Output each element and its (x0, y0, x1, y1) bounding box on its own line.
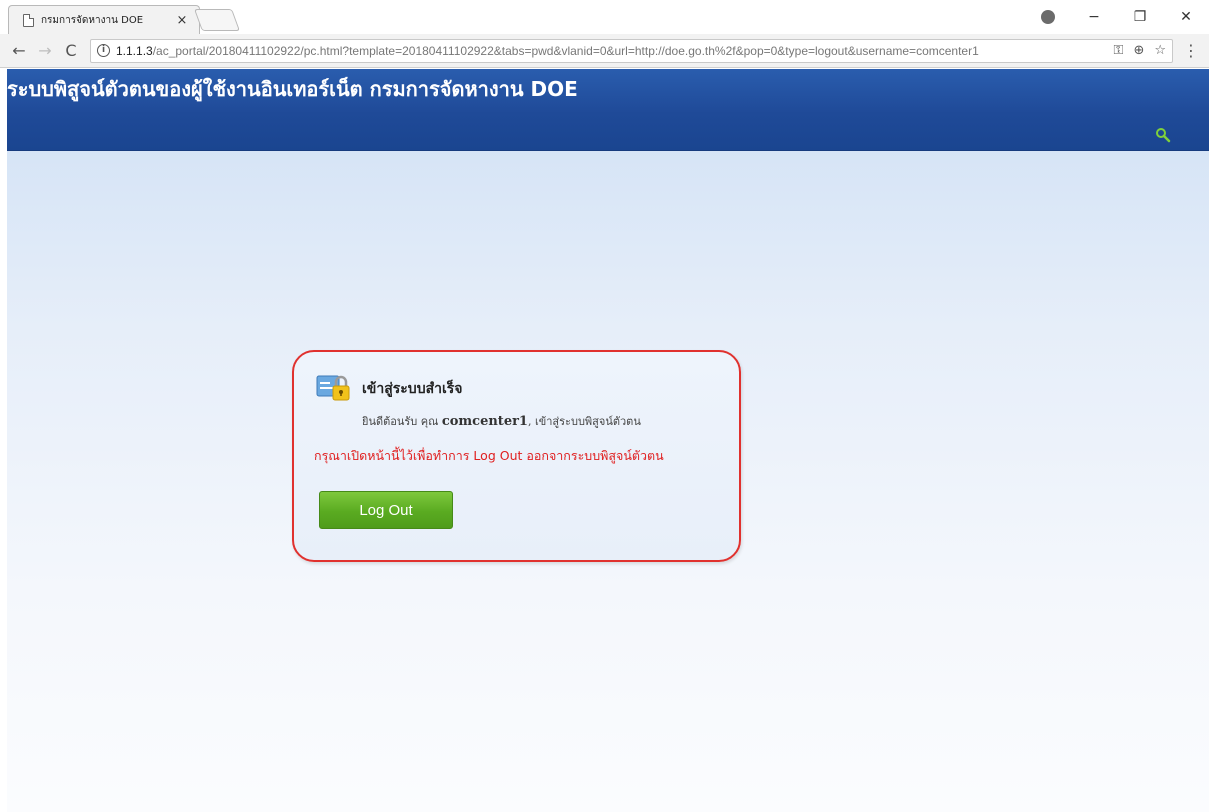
lock-icon (316, 375, 350, 401)
welcome-suffix: , เข้าสู่ระบบพิสูจน์ตัวตน (527, 415, 641, 428)
back-icon[interactable]: ← (8, 41, 30, 60)
page-content: ระบบพิสูจน์ตัวตนของผู้ใช้งานอินเทอร์เน็ต… (7, 69, 1209, 812)
welcome-prefix: ยินดีต้อนรับ คุณ (362, 415, 442, 428)
tab-title: กรมการจัดหางาน DOE (41, 14, 144, 26)
welcome-message: ยินดีต้อนรับ คุณ comcenter1, เข้าสู่ระบบ… (362, 412, 641, 430)
username: comcenter1 (441, 414, 528, 429)
menu-icon[interactable]: ⋮ (1181, 41, 1201, 60)
reload-icon[interactable]: C (60, 41, 82, 60)
browser-toolbar: ← → C i 1.1.1.3/ac_portal/20180411102922… (0, 34, 1209, 68)
info-icon[interactable]: i (97, 44, 110, 57)
url-host: 1.1.1.3 (116, 43, 153, 58)
tab-close-icon[interactable]: × (175, 13, 189, 28)
page-icon (23, 13, 34, 27)
logout-button[interactable]: Log Out (319, 491, 453, 529)
logout-warning: กรุณาเปิดหน้านี้ไว้เพื่อทำการ Log Out ออ… (314, 448, 664, 463)
omnibox-icons: ⚿ ⊕ ☆ (1114, 43, 1166, 58)
search-icon[interactable] (1155, 127, 1171, 143)
login-success-card: เข้าสู่ระบบสำเร็จ ยินดีต้อนรับ คุณ comce… (292, 350, 741, 562)
minimize-icon[interactable]: − (1071, 9, 1117, 25)
card-title: เข้าสู่ระบบสำเร็จ (362, 381, 463, 397)
browser-tabstrip: กรมการจัดหางาน DOE × − ❐ ✕ (0, 0, 1209, 34)
url-path: /ac_portal/20180411102922/pc.html?templa… (152, 43, 979, 58)
window-controls: − ❐ ✕ (1041, 0, 1209, 34)
key-icon[interactable]: ⚿ (1114, 43, 1124, 58)
forward-icon[interactable]: → (34, 41, 56, 60)
page-header: ระบบพิสูจน์ตัวตนของผู้ใช้งานอินเทอร์เน็ต… (7, 69, 1209, 151)
star-icon[interactable]: ☆ (1154, 43, 1166, 58)
zoom-icon[interactable]: ⊕ (1133, 43, 1144, 58)
browser-tab[interactable]: กรมการจัดหางาน DOE × (8, 5, 200, 34)
profile-icon[interactable] (1041, 10, 1055, 24)
url-text[interactable]: 1.1.1.3/ac_portal/20180411102922/pc.html… (116, 44, 1106, 58)
new-tab-button[interactable] (193, 9, 241, 31)
site-title: ระบบพิสูจน์ตัวตนของผู้ใช้งานอินเทอร์เน็ต… (7, 77, 578, 101)
close-icon[interactable]: ✕ (1163, 9, 1209, 25)
restore-icon[interactable]: ❐ (1117, 9, 1163, 25)
address-bar[interactable]: i 1.1.1.3/ac_portal/20180411102922/pc.ht… (90, 38, 1173, 63)
